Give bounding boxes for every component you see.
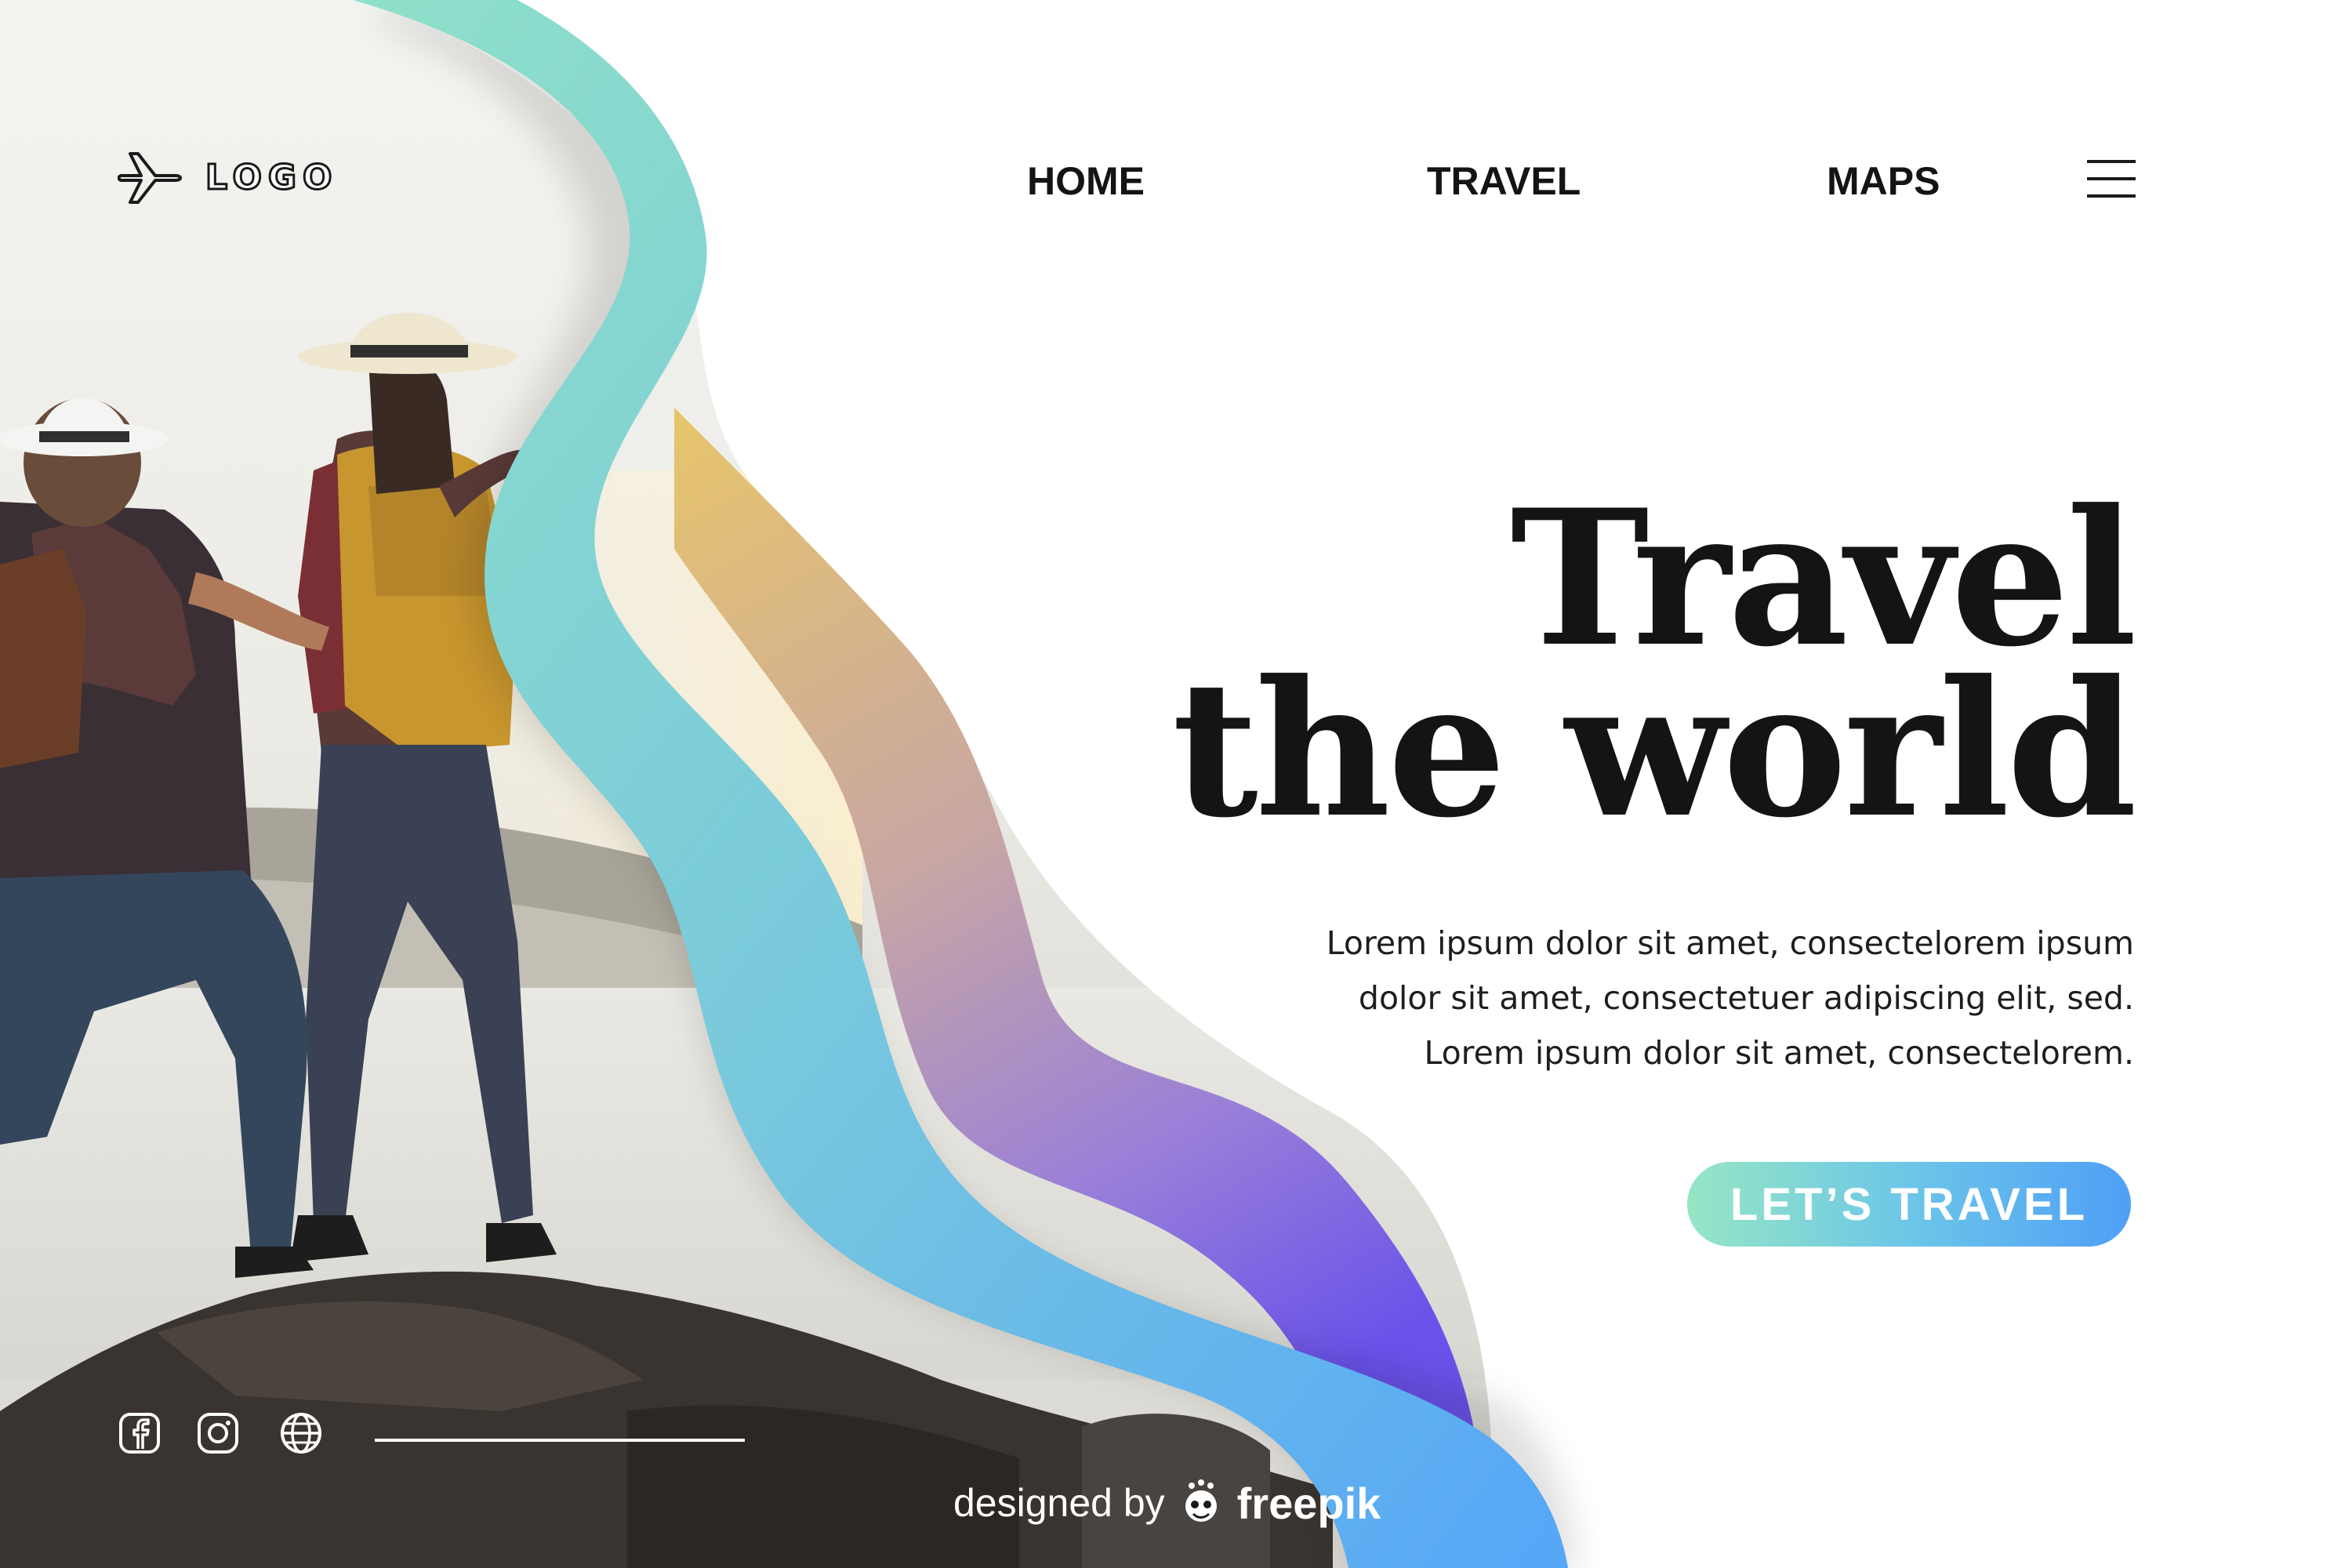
logo[interactable]: LOGO — [118, 146, 338, 209]
designer-credit[interactable]: designed by freepik — [953, 1475, 1381, 1530]
credit-brand: freepik — [1236, 1478, 1381, 1528]
hero-title: Travel the world — [1036, 486, 2137, 844]
facebook-icon[interactable] — [118, 1411, 162, 1455]
logo-text: LOGO — [204, 156, 339, 198]
lets-travel-button[interactable]: LET’S TRAVEL — [1687, 1162, 2131, 1247]
hero-description: Lorem ipsum dolor sit amet, consectelore… — [1209, 916, 2134, 1080]
landing-page: LOGO HOME TRAVEL MAPS Travel the world L… — [0, 0, 2352, 1568]
credit-prefix: designed by — [953, 1481, 1165, 1525]
hamburger-menu-icon[interactable] — [2087, 160, 2136, 201]
hero-description-line: dolor sit amet, consectetuer adipiscing … — [1358, 979, 2134, 1017]
hero-title-line2: the world — [1171, 641, 2137, 859]
nav-maps[interactable]: MAPS — [1827, 154, 1940, 209]
footer-divider — [375, 1439, 745, 1442]
nav-travel[interactable]: TRAVEL — [1427, 154, 1581, 209]
airplane-icon — [118, 152, 182, 204]
freepik-logo-icon — [1185, 1479, 1217, 1522]
globe-icon[interactable] — [279, 1411, 323, 1455]
nav-home[interactable]: HOME — [1027, 154, 1145, 209]
hero-description-line: Lorem ipsum dolor sit amet, consectelore… — [1326, 924, 2134, 962]
instagram-icon[interactable] — [196, 1411, 240, 1455]
hero-description-line: Lorem ipsum dolor sit amet, consectelore… — [1424, 1034, 2134, 1072]
